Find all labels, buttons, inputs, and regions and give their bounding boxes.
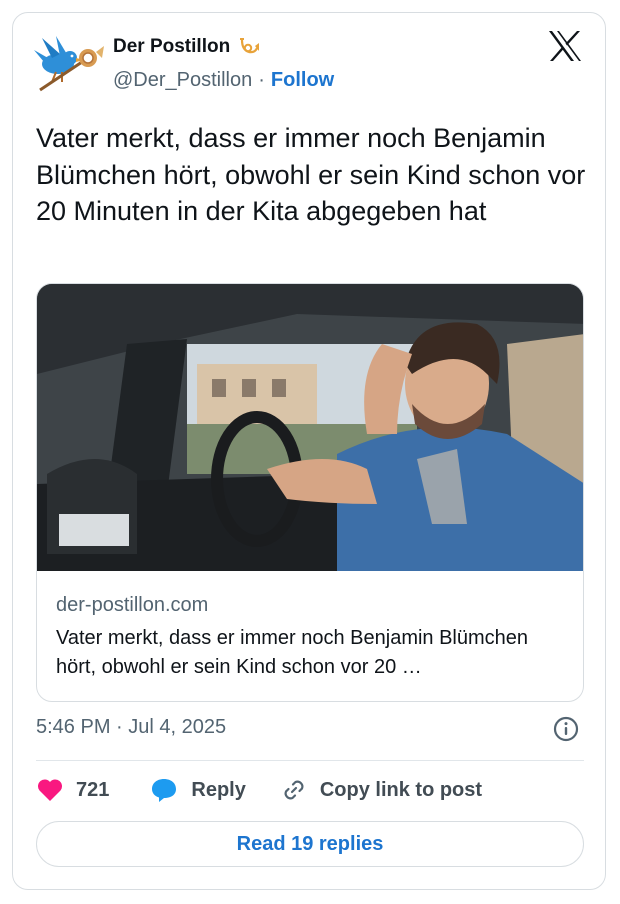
author-handle[interactable]: @Der_Postillon xyxy=(113,69,252,92)
x-logo-icon[interactable] xyxy=(548,30,582,62)
action-bar: 721 Reply Copy link to post xyxy=(36,774,482,806)
reply-button[interactable]: Reply xyxy=(149,776,246,804)
like-button[interactable]: 721 xyxy=(36,777,109,803)
info-icon[interactable] xyxy=(553,716,579,742)
post-horn-badge-icon xyxy=(240,38,260,54)
read-replies-button[interactable]: Read 19 replies xyxy=(36,821,584,867)
copy-link-label: Copy link to post xyxy=(319,778,483,801)
tweet-text: Vater merkt, dass er immer noch Benjamin… xyxy=(36,123,586,226)
avatar[interactable] xyxy=(30,28,108,98)
link-preview-card[interactable]: der-postillon.com Vater merkt, dass er i… xyxy=(36,283,584,702)
copy-link-button[interactable]: Copy link to post xyxy=(280,776,482,804)
bird-mascot-icon xyxy=(34,36,84,83)
link-domain: der-postillon.com xyxy=(56,594,209,616)
divider xyxy=(36,760,584,761)
author-name[interactable]: Der Postillon xyxy=(113,36,230,58)
tweet-timestamp[interactable]: 5:46 PM · Jul 4, 2025 xyxy=(36,716,226,739)
author-handle-row: @Der_Postillon · Follow xyxy=(113,69,334,92)
like-count: 721 xyxy=(76,778,110,801)
link-icon xyxy=(284,780,304,800)
heart-icon xyxy=(37,779,63,801)
reply-label: Reply xyxy=(191,778,246,801)
link-title: Vater merkt, dass er immer noch Benjamin… xyxy=(56,627,529,678)
link-preview-image xyxy=(37,284,583,571)
separator-dot: · xyxy=(258,69,265,91)
author-name-row: Der Postillon xyxy=(113,36,260,58)
follow-button[interactable]: Follow xyxy=(271,69,334,92)
speech-bubble-icon xyxy=(152,779,177,802)
